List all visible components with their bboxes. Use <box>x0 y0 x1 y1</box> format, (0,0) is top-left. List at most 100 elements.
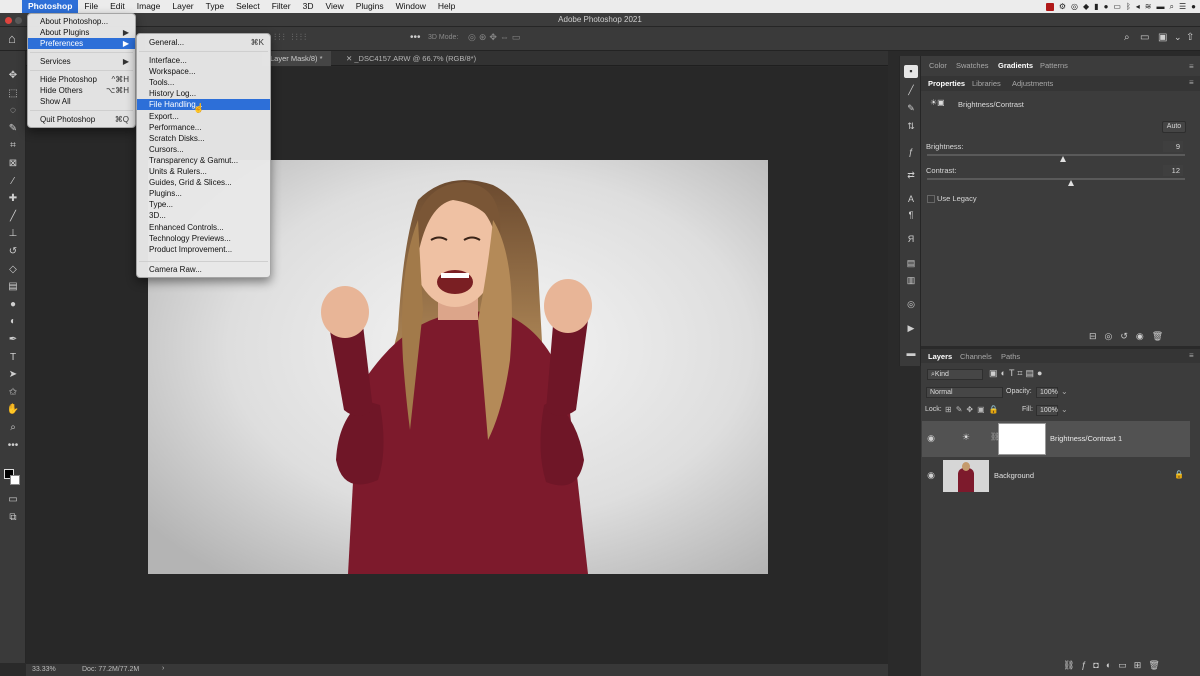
menu-item-about-plugins[interactable]: About Plugins ▶ <box>28 27 135 38</box>
play-actions-icon[interactable]: ▶ <box>904 322 918 335</box>
layers-footer-icons[interactable]: ⛓ƒ◘◐▭⊞🗑 <box>1063 660 1167 671</box>
clone-stamp-icon[interactable]: ⊥ <box>5 227 21 241</box>
menu-item-scratch-disks[interactable]: Scratch Disks... <box>137 133 270 144</box>
tab-channels[interactable]: Channels <box>954 350 998 363</box>
menu-item-3d[interactable]: 3D... <box>137 210 270 221</box>
contrast-slider[interactable] <box>927 178 1185 180</box>
phone-icon[interactable]: ▮ <box>1094 0 1098 13</box>
layer-filter-kind[interactable]: ⌕Kind <box>927 369 983 380</box>
chevron-down-icon[interactable]: ⌄ <box>1061 387 1068 396</box>
marquee-tool-icon[interactable]: ⬚ <box>5 87 21 101</box>
layer-name[interactable]: Brightness/Contrast 1 <box>1050 434 1122 443</box>
chevron-down-icon[interactable]: ⌄ <box>1061 405 1068 414</box>
menu-type[interactable]: Type <box>200 0 230 13</box>
dodge-tool-icon[interactable]: ◐ <box>5 315 21 329</box>
gear-icon[interactable]: ⚙ <box>1059 0 1066 13</box>
brush-icon[interactable]: ✎ <box>904 102 918 115</box>
contrast-slider-thumb[interactable] <box>1068 180 1074 186</box>
brightness-value[interactable]: 9 <box>1163 141 1183 152</box>
menu-help[interactable]: Help <box>432 0 461 13</box>
share-icon[interactable]: ⇧ <box>1186 32 1194 43</box>
layer-filter-icons[interactable]: ▣◐T⌗▤● <box>989 368 1045 379</box>
panel-menu-icon[interactable]: ≡ <box>1189 62 1194 71</box>
home-icon[interactable]: ⌂ <box>8 31 16 46</box>
gradient-tool-icon[interactable]: ▤ <box>5 280 21 294</box>
chevron-down-icon[interactable]: ⌄ <box>1174 32 1182 43</box>
tool-presets-icon[interactable]: ▬ <box>904 347 918 360</box>
frame-tool-icon[interactable]: ⊠ <box>5 157 21 171</box>
window-layout-icon[interactable]: ▣ <box>1158 32 1167 43</box>
menu-file[interactable]: File <box>78 0 104 13</box>
lasso-tool-icon[interactable]: ◌ <box>5 104 21 118</box>
blend-mode-select[interactable]: Normal <box>926 387 1003 398</box>
menu-layer[interactable]: Layer <box>166 0 199 13</box>
fill-input[interactable]: 100% <box>1036 405 1058 416</box>
menu-image[interactable]: Image <box>131 0 167 13</box>
type-tool-icon[interactable]: T <box>5 351 21 365</box>
auto-button[interactable]: Auto <box>1162 121 1186 133</box>
tab-gradients[interactable]: Gradients <box>992 59 1039 73</box>
apple-menu-icon[interactable] <box>0 0 22 13</box>
menu-plugins[interactable]: Plugins <box>350 0 390 13</box>
use-legacy-checkbox[interactable] <box>927 195 935 203</box>
menu-item-show-all[interactable]: Show All <box>28 96 135 107</box>
contrast-value[interactable]: 12 <box>1163 165 1183 176</box>
menu-item-product-improvement[interactable]: Product Improvement... <box>137 244 270 255</box>
eye-icon[interactable]: ◉ <box>926 433 936 444</box>
menu-item-hide-others[interactable]: Hide Others ⌥⌘H <box>28 85 135 96</box>
path-select-icon[interactable]: ➤ <box>5 368 21 382</box>
notes-icon[interactable]: ▥ <box>904 274 918 287</box>
brightness-slider-thumb[interactable] <box>1060 156 1066 162</box>
wifi-icon[interactable]: ≋ <box>1145 0 1152 13</box>
tab-libraries[interactable]: Libraries <box>966 77 1007 90</box>
brightness-slider[interactable] <box>927 154 1185 156</box>
workspace-icon[interactable]: ▭ <box>1140 32 1149 43</box>
crop-tool-icon[interactable]: ⌗ <box>5 139 21 153</box>
menu-item-transparency-gamut[interactable]: Transparency & Gamut... <box>137 155 270 166</box>
search-icon[interactable]: ⌕ <box>1124 32 1130 43</box>
menu-item-history-log[interactable]: History Log... <box>137 88 270 99</box>
search-icon[interactable]: ⌕ <box>1170 0 1174 13</box>
menu-item-plugins[interactable]: Plugins... <box>137 188 270 199</box>
background-color-swatch[interactable] <box>10 475 20 485</box>
brush-tool-icon[interactable]: ╱ <box>5 210 21 224</box>
zoom-tool-icon[interactable]: ⌕ <box>5 421 21 435</box>
menu-item-type[interactable]: Type... <box>137 199 270 210</box>
menu-item-workspace[interactable]: Workspace... <box>137 66 270 77</box>
brush-settings-icon[interactable]: ╱ <box>904 84 918 97</box>
tab-active-document[interactable]: Layer Mask/8) * <box>262 51 331 66</box>
fx-icon[interactable]: ƒ <box>904 146 918 159</box>
menu-item-camera-raw[interactable]: Camera Raw... <box>137 264 270 275</box>
panel-menu-icon[interactable]: ≡ <box>1189 78 1194 87</box>
layer-mask-thumbnail[interactable] <box>998 423 1046 455</box>
menu-item-performance[interactable]: Performance... <box>137 122 270 133</box>
character-icon[interactable]: A <box>904 193 918 206</box>
menu-select[interactable]: Select <box>230 0 266 13</box>
glyphs-icon[interactable]: Я <box>904 233 918 246</box>
quick-mask-icon[interactable]: ▭ <box>5 493 21 507</box>
menu-item-guides-grid-slices[interactable]: Guides, Grid & Slices... <box>137 177 270 188</box>
lock-icons[interactable]: ⊞✎✥▣🔒 <box>945 405 1003 414</box>
record-icon[interactable] <box>1045 2 1054 11</box>
shape-tool-icon[interactable]: ✩ <box>5 386 21 400</box>
opacity-input[interactable]: 100% <box>1036 387 1058 398</box>
eraser-tool-icon[interactable]: ◇ <box>5 263 21 277</box>
menu-item-cursors[interactable]: Cursors... <box>137 144 270 155</box>
menu-photoshop[interactable]: Photoshop <box>22 0 79 13</box>
menu-item-technology-previews[interactable]: Technology Previews... <box>137 233 270 244</box>
control-center-icon[interactable]: ☰ <box>1179 0 1186 13</box>
history-icon[interactable]: ⇄ <box>904 169 918 182</box>
menu-item-about[interactable]: About Photoshop... <box>28 16 135 27</box>
menu-item-enhanced-controls[interactable]: Enhanced Controls... <box>137 222 270 233</box>
more-options-icon[interactable]: ••• <box>410 32 421 43</box>
bluetooth-icon[interactable]: ᛒ <box>1126 0 1131 13</box>
eyedropper-tool-icon[interactable]: ⁄ <box>5 175 21 189</box>
tab-adjustments[interactable]: Adjustments <box>1006 77 1059 90</box>
tab-properties[interactable]: Properties <box>922 77 971 90</box>
siri-icon[interactable]: ● <box>1191 0 1196 13</box>
tab-color[interactable]: Color <box>923 59 953 73</box>
blur-tool-icon[interactable]: ● <box>5 298 21 312</box>
edit-toolbar-icon[interactable]: ••• <box>5 439 21 453</box>
screen-mode-icon[interactable]: ⧉ <box>5 511 21 525</box>
move-tool-icon[interactable]: ✥ <box>5 69 21 83</box>
